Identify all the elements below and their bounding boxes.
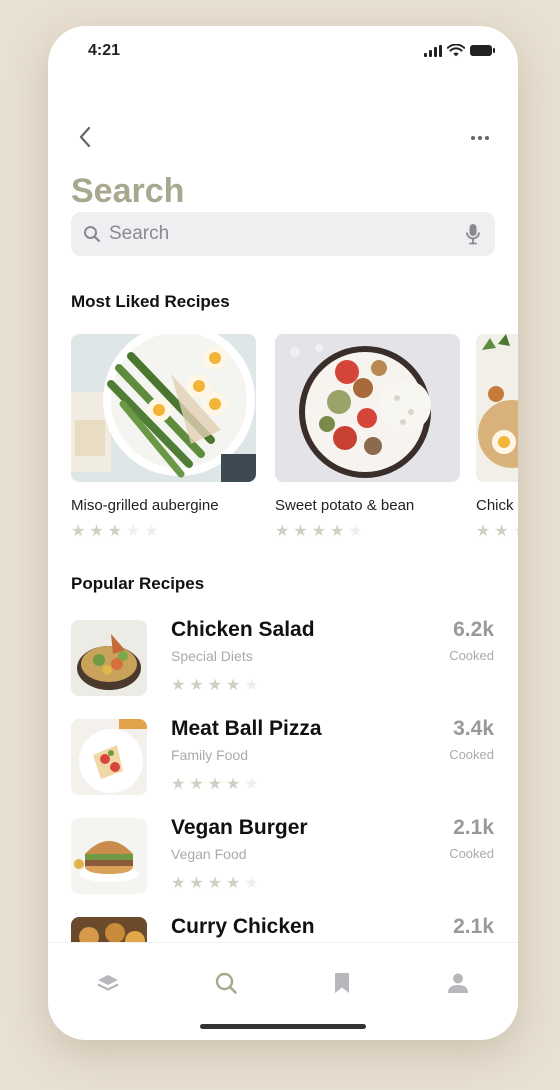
star-icon: ★ [71, 523, 86, 540]
cooked-count: 3.4k [453, 717, 494, 740]
wifi-icon [447, 44, 465, 57]
star-icon: ★ [293, 523, 308, 540]
star-icon: ★ [311, 523, 327, 540]
star-icon: ★ [207, 875, 223, 892]
recipe-name: Chick [476, 497, 514, 514]
list-item[interactable]: Meat Ball Pizza Family Food ★ ★ ★ ★ ★ 3.… [48, 713, 518, 803]
nav-row [48, 118, 518, 158]
star-icon: ★ [189, 677, 204, 694]
recipe-card[interactable]: Miso-grilled aubergine ★ ★ ★ ★ ★ [71, 334, 256, 540]
star-icon: ★ [226, 875, 241, 892]
star-icon: ★ [244, 776, 259, 793]
popular-title: Popular Recipes [71, 574, 205, 593]
search-icon [215, 972, 237, 994]
back-button[interactable] [70, 122, 100, 152]
search-bar[interactable] [71, 212, 495, 256]
star-rating: ★ ★ ★ ★ ★ [171, 777, 259, 793]
cooked-label: Cooked [449, 648, 494, 663]
tab-recipes[interactable] [88, 963, 128, 1003]
recipe-category: Family Food [171, 747, 249, 763]
home-indicator[interactable] [200, 1024, 366, 1029]
star-rating: ★ ★ ★ ★ ★ [71, 524, 256, 540]
star-icon: ★ [207, 776, 223, 793]
star-icon: ★ [494, 523, 509, 540]
cooked-count: 6.2k [453, 618, 494, 641]
microphone-icon [466, 224, 480, 245]
layers-icon [97, 975, 119, 991]
star-icon: ★ [171, 677, 186, 694]
star-icon: ★ [244, 677, 259, 694]
star-rating: ★ ★ ★ ★ ★ [171, 678, 259, 694]
star-icon: ★ [476, 523, 491, 540]
more-horizontal-icon [471, 136, 475, 140]
recipe-image-chicken [476, 334, 518, 482]
list-item[interactable]: Chicken Salad Special Diets ★ ★ ★ ★ ★ 6.… [48, 614, 518, 704]
star-icon: ★ [226, 776, 241, 793]
recipe-name: Curry Chicken [171, 915, 315, 938]
recipe-category: Special Diets [171, 648, 253, 664]
recipe-name: Vegan Burger [171, 816, 308, 839]
battery-icon [470, 45, 495, 56]
star-icon: ★ [171, 776, 186, 793]
microphone-button[interactable] [463, 222, 483, 246]
recipe-image-miso-aubergine [71, 334, 256, 482]
tab-search[interactable] [206, 963, 246, 1003]
most-liked-title: Most Liked Recipes [71, 292, 230, 311]
tab-bookmarks[interactable] [322, 963, 362, 1003]
cooked-count: 2.1k [453, 915, 494, 938]
recipe-name: Miso-grilled aubergine [71, 497, 219, 514]
recipe-thumbnail-curry-chicken [71, 917, 147, 944]
star-icon: ★ [348, 523, 363, 540]
recipe-thumbnail-meat-ball-pizza [71, 719, 147, 795]
cooked-label: Cooked [449, 747, 494, 762]
most-liked-carousel[interactable]: Miso-grilled aubergine ★ ★ ★ ★ ★ Sweet p… [71, 334, 518, 549]
status-bar: 4:21 [48, 26, 518, 82]
more-options-button[interactable] [464, 126, 496, 150]
recipe-thumbnail-vegan-burger [71, 818, 147, 894]
star-icon: ★ [189, 875, 204, 892]
star-icon: ★ [275, 523, 290, 540]
page-title: Search [71, 172, 185, 210]
star-rating: ★ ★ ★ ★ ★ [275, 524, 460, 540]
chevron-left-icon [79, 126, 91, 148]
recipe-name: Sweet potato & bean [275, 497, 415, 514]
popular-recipes-list: Chicken Salad Special Diets ★ ★ ★ ★ ★ 6.… [48, 614, 518, 944]
recipe-image-sweet-potato-bean [275, 334, 460, 482]
star-icon: ★ [107, 523, 123, 540]
signal-icon [424, 44, 442, 57]
star-icon: ★ [207, 677, 223, 694]
search-input[interactable] [109, 223, 463, 245]
list-item[interactable]: Vegan Burger Vegan Food ★ ★ ★ ★ ★ 2.1k C… [48, 812, 518, 902]
list-item[interactable]: Curry Chicken 2.1k [48, 911, 518, 944]
star-rating: ★ ★ ★ ★ ★ [171, 876, 259, 892]
star-icon: ★ [144, 523, 159, 540]
search-icon [84, 226, 101, 243]
status-icons [424, 44, 495, 57]
recipe-category: Vegan Food [171, 846, 247, 862]
recipe-card[interactable]: Sweet potato & bean ★ ★ ★ ★ ★ [275, 334, 460, 540]
star-icon: ★ [330, 523, 345, 540]
star-icon: ★ [89, 523, 104, 540]
recipe-name: Chicken Salad [171, 618, 315, 641]
star-icon: ★ [189, 776, 204, 793]
cooked-count: 2.1k [453, 816, 494, 839]
cooked-label: Cooked [449, 846, 494, 861]
profile-icon [448, 973, 468, 993]
tab-profile[interactable] [438, 963, 478, 1003]
star-icon: ★ [226, 677, 241, 694]
phone-screen: 4:21 Search Search Most Liked Recipes Mi… [48, 26, 518, 1040]
recipe-thumbnail-chicken-salad [71, 620, 147, 696]
bookmark-icon [335, 973, 349, 993]
status-time: 4:21 [88, 42, 121, 59]
recipe-card[interactable]: Chick ★ ★ ★ ★ ★ [476, 334, 518, 540]
star-icon: ★ [513, 524, 518, 540]
star-icon: ★ [126, 523, 141, 540]
star-rating: ★ ★ ★ ★ ★ [476, 524, 518, 540]
star-icon: ★ [171, 875, 186, 892]
recipe-name: Meat Ball Pizza [171, 717, 322, 740]
star-icon: ★ [244, 875, 259, 892]
